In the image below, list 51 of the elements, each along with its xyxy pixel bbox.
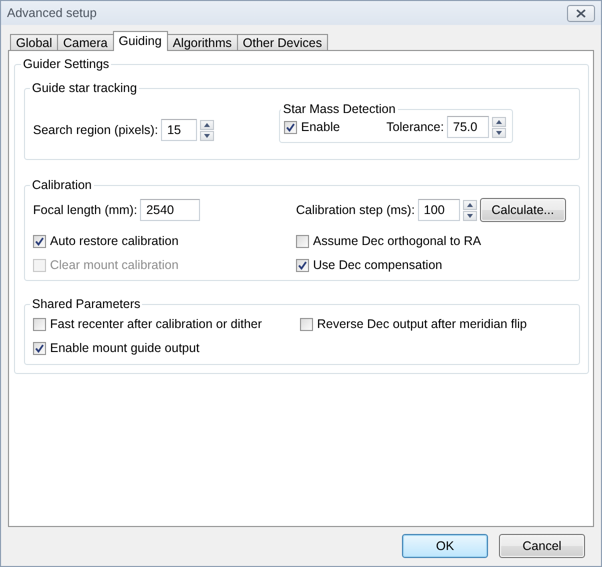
checkbox-label: Reverse Dec output after meridian flip (317, 317, 527, 331)
up-arrow-icon (496, 120, 502, 124)
spin-up-button[interactable] (492, 116, 506, 126)
dialog-button[interactable]: Cancel (499, 534, 585, 558)
spin-up-button[interactable] (462, 200, 477, 210)
down-arrow-icon (204, 134, 210, 138)
group-title: Shared Parameters (31, 297, 142, 311)
spin-down-button[interactable] (200, 130, 214, 140)
tab[interactable]: Other Devices (236, 34, 328, 51)
spin-down-button[interactable] (492, 128, 506, 138)
checkbox-label: Clear mount calibration (50, 258, 179, 272)
down-arrow-icon (466, 214, 473, 218)
checkbox-label: Enable (301, 120, 340, 134)
spin-down-button[interactable] (462, 210, 477, 220)
close-icon (576, 8, 586, 18)
tab[interactable]: Algorithms (166, 34, 238, 51)
checkbox[interactable] (296, 234, 309, 248)
checkbox[interactable] (33, 234, 46, 248)
checkbox-label: Fast recenter after calibration or dither (50, 317, 262, 331)
dialog-button[interactable]: OK (402, 534, 488, 558)
group-title: Star Mass Detection (282, 102, 397, 116)
checkbox-label: Assume Dec orthogonal to RA (313, 234, 482, 248)
spin-up-button[interactable] (200, 120, 214, 130)
tab[interactable]: Camera (57, 34, 114, 51)
checkbox-label: Auto restore calibration (50, 234, 179, 248)
checkbox[interactable] (33, 342, 46, 354)
group-title: Guide star tracking (31, 81, 138, 95)
checkbox[interactable] (296, 258, 309, 272)
tolerance-field[interactable]: 75.0 (447, 116, 489, 138)
close-button[interactable] (567, 4, 595, 22)
field-label: Search region (pixels): (33, 123, 158, 137)
calibration-step-field[interactable]: 100 (418, 199, 460, 221)
up-arrow-icon (466, 202, 473, 206)
down-arrow-icon (496, 130, 502, 134)
tab[interactable]: Guiding (112, 31, 168, 51)
up-arrow-icon (204, 122, 210, 126)
field-label: Focal length (mm): (33, 203, 138, 217)
checkbox[interactable] (33, 318, 46, 330)
field-label: Tolerance: (386, 120, 444, 134)
calculate-button[interactable]: Calculate... (480, 198, 566, 222)
group-title: Guider Settings (22, 57, 110, 71)
checkbox-label: Use Dec compensation (313, 258, 442, 272)
field-label: Calibration step (ms): (296, 203, 415, 217)
focal-length-field[interactable]: 2540 (140, 199, 200, 221)
tab[interactable]: Global (10, 34, 58, 51)
checkbox[interactable] (284, 120, 297, 134)
search-region-field[interactable]: 15 (161, 119, 198, 141)
window-title: Advanced setup (7, 6, 97, 20)
group-title: Calibration (31, 178, 93, 192)
checkbox-label: Enable mount guide output (50, 341, 200, 355)
checkbox[interactable] (300, 318, 313, 330)
